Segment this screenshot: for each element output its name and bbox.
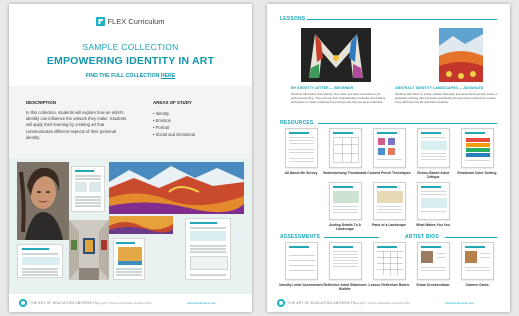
resources-heading: RESOURCES [280, 120, 314, 126]
flex-logo-icon [96, 17, 106, 26]
resource-label: Adding Details To A Landscape [329, 223, 361, 232]
collection-contents-page: LESSONS MY IDENTITY LETTER — BEGINNER St… [267, 4, 510, 312]
lesson-1-title[interactable]: MY IDENTITY LETTER — BEGINNER [291, 86, 386, 90]
worksheet-preview-3 [113, 238, 145, 280]
find-collection-line: FIND THE FULL COLLECTION HERE [9, 73, 252, 79]
resource-label: All About Me Survey [284, 171, 318, 175]
area-item: • Portrait [153, 125, 170, 130]
resource-label: Brainstorming Thumbnails [323, 171, 367, 175]
assessments-divider [324, 237, 379, 238]
resource-thumb[interactable] [373, 182, 406, 220]
artist-bio-label: Vivian Druckenthaler [416, 283, 450, 287]
footer-website-link[interactable]: theartofeducation.edu [187, 301, 216, 305]
abstract-landscape-image [439, 28, 483, 82]
resource-label: Emotional Color Sorting [457, 171, 497, 175]
footer-brand: THE ART OF EDUCATION UNIVERSITY [288, 301, 356, 305]
collection-cover-page: FLEX Curriculum SAMPLE COLLECTION EMPOWE… [9, 4, 252, 312]
portrait-artwork-image [17, 162, 69, 240]
resource-thumb[interactable] [329, 182, 362, 220]
resources-divider [318, 123, 497, 124]
resource-thumb[interactable] [329, 128, 362, 168]
resource-thumb[interactable] [373, 128, 406, 168]
artist-bio-label: Carmen Garza [465, 283, 489, 287]
resource-thumb[interactable] [461, 128, 494, 168]
brand-header: FLEX Curriculum [9, 17, 252, 26]
brand-name: FLEX Curriculum [107, 17, 165, 26]
footer-website-link[interactable]: theartofeducation.edu [445, 301, 474, 305]
resource-thumb[interactable] [285, 128, 318, 168]
footer-copyright: Copyright © The Art of Education Univers… [353, 302, 410, 305]
landscape-artwork-image-2 [109, 216, 173, 234]
footer-copyright: Copyright © The Art of Education Univers… [95, 302, 152, 305]
area-item: • Emotion [153, 118, 171, 123]
resource-thumb[interactable] [417, 128, 450, 168]
description-heading: DESCRIPTION [26, 100, 57, 105]
lesson-1-description: Students will explore their identity, th… [291, 92, 386, 104]
landscape-artwork-image [109, 162, 244, 214]
areas-list: • Identity • Emotion • Portrait • Social… [153, 110, 195, 138]
area-item: • Identity [153, 111, 170, 116]
artist-bios-divider [445, 237, 497, 238]
find-prefix: FIND THE FULL COLLECTION [85, 73, 161, 79]
lessons-divider [307, 19, 497, 20]
aoeu-logo-icon [19, 299, 27, 307]
assessment-label: Identity Letter Assessment [279, 283, 323, 287]
resource-label: What Makes You You [416, 223, 450, 227]
assessment-label: Lesson Reflection Rubric [368, 283, 410, 287]
assessments-heading: ASSESSMENTS [280, 234, 320, 240]
areas-heading: AREAS OF STUDY [153, 100, 192, 105]
full-collection-link[interactable]: HERE [161, 73, 175, 79]
assessment-thumb[interactable] [285, 242, 318, 280]
worksheet-preview-2 [17, 244, 63, 278]
gallery-room-image [69, 220, 109, 280]
collection-subtitle: SAMPLE COLLECTION [82, 42, 179, 52]
assessment-thumb[interactable] [329, 242, 362, 280]
preview-gallery [9, 158, 252, 294]
artist-bio-thumb[interactable] [461, 242, 494, 280]
resource-thumb[interactable] [417, 182, 450, 220]
worksheet-preview-4 [185, 218, 231, 280]
footer-brand: THE ART OF EDUCATION UNIVERSITY [30, 301, 98, 305]
area-item: • Social and Emotional [153, 132, 195, 137]
collection-title: EMPOWERING IDENTITY IN ART [46, 55, 215, 67]
assessment-label: Reflective Artist Statement Builder [323, 283, 367, 292]
description-text: In this collection, students will explor… [26, 110, 127, 140]
aoeu-logo-icon [277, 299, 285, 307]
resource-label: Parts of a Landscape [371, 223, 407, 227]
artist-bio-thumb[interactable] [417, 242, 450, 280]
artist-bios-heading: ARTIST BIOS [405, 234, 439, 240]
lesson-2-title[interactable]: ABSTRACT IDENTITY LANDSCAPES — ADVANCED [395, 86, 503, 90]
lesson-2-description: Students will reflect on social, cultura… [395, 92, 497, 104]
worksheet-preview-1 [71, 166, 105, 212]
resource-label: Colored Pencil Techniques [367, 171, 411, 175]
lessons-heading: LESSONS [280, 16, 306, 22]
identity-letter-image [301, 28, 371, 82]
assessment-thumb[interactable] [373, 242, 406, 280]
resource-label: Choice-Based Artist Critique [416, 171, 450, 180]
